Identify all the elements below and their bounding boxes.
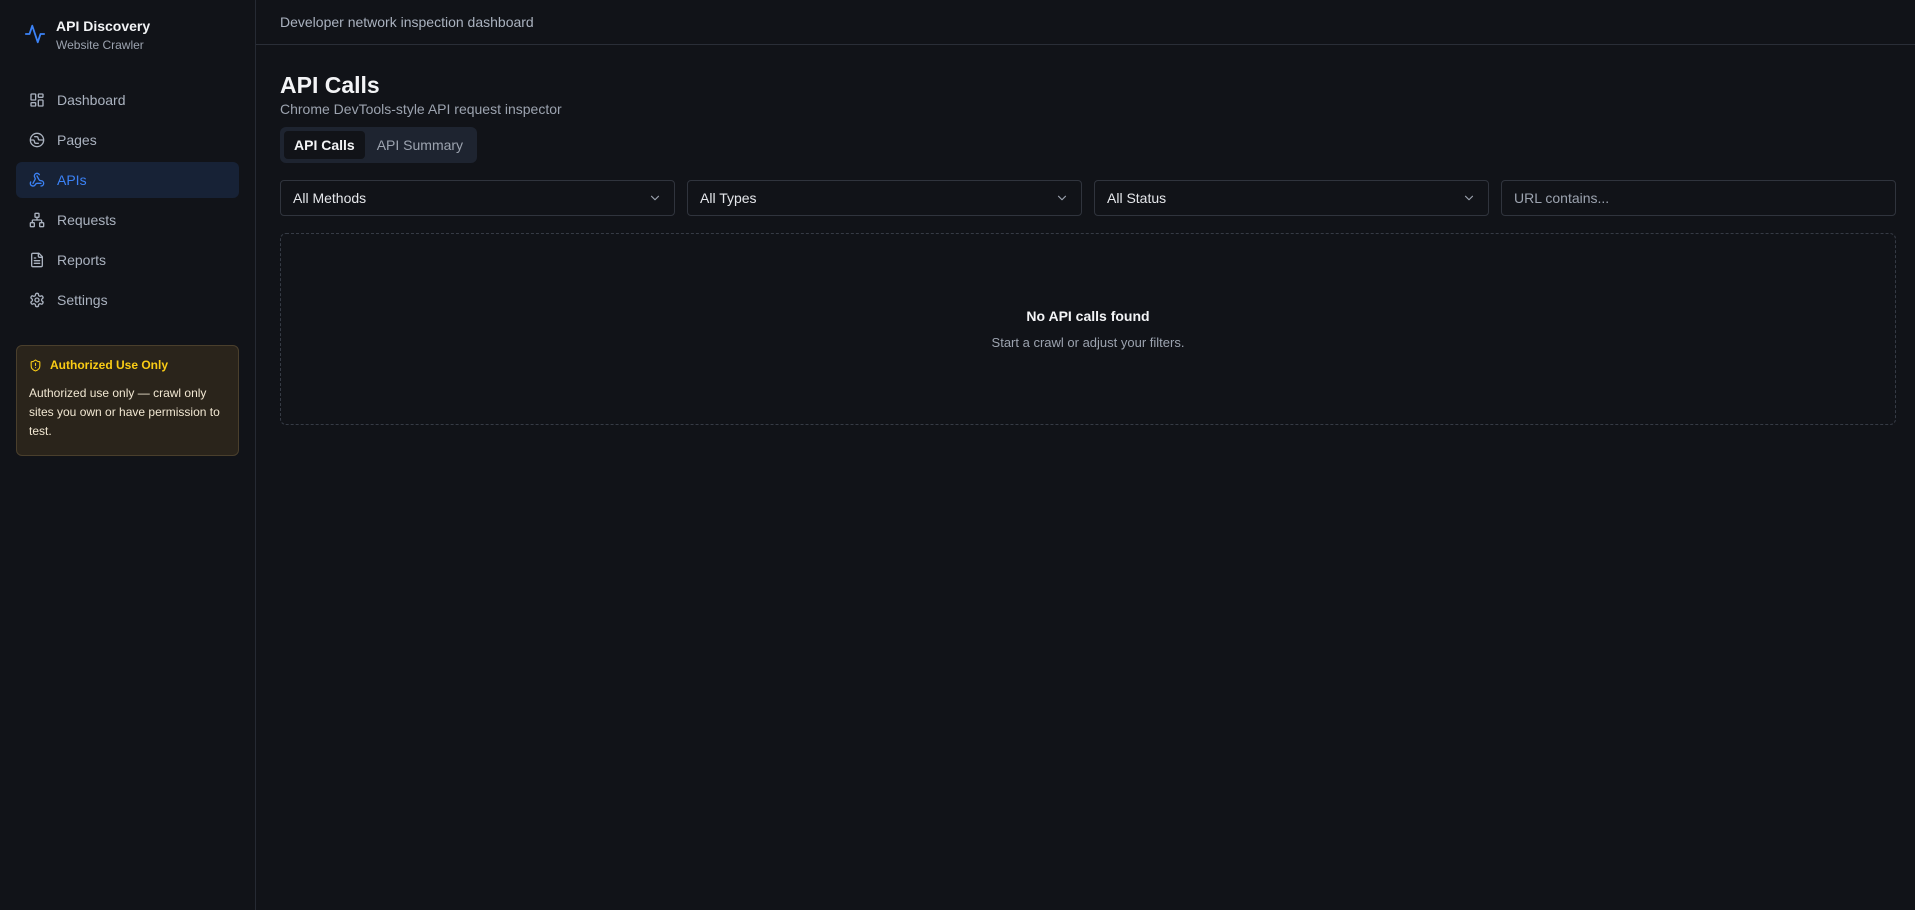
webhook-icon [29, 172, 45, 187]
status-filter-select[interactable]: All Status [1094, 180, 1489, 216]
empty-state: No API calls found Start a crawl or adju… [280, 233, 1896, 425]
tab-api-summary[interactable]: API Summary [367, 131, 473, 159]
tab-api-calls[interactable]: API Calls [284, 131, 365, 159]
chevron-down-icon [650, 195, 660, 201]
brand-subtitle: Website Crawler [56, 38, 144, 52]
chevron-down-icon [1057, 195, 1067, 201]
sidebar: API Discovery Website Crawler Dashboard … [0, 0, 256, 910]
authorized-use-notice: Authorized Use Only Authorized use only … [16, 345, 239, 456]
empty-state-title: No API calls found [1026, 308, 1150, 324]
shield-icon [30, 359, 41, 371]
sidebar-item-settings[interactable]: Settings [16, 282, 239, 318]
sidebar-item-label: APIs [57, 172, 87, 188]
status-filter-value: All Status [1107, 190, 1167, 206]
type-filter-value: All Types [700, 190, 757, 206]
brand-title: API Discovery [56, 18, 151, 34]
globe-icon [29, 132, 45, 148]
network-icon [29, 212, 45, 228]
sidebar-item-label: Reports [57, 252, 107, 268]
sidebar-item-reports[interactable]: Reports [16, 242, 239, 278]
empty-state-message: Start a crawl or adjust your filters. [991, 335, 1185, 350]
app-root: API Discovery Website Crawler Dashboard … [0, 0, 1915, 910]
topbar: Developer network inspection dashboard [256, 0, 1915, 45]
method-filter-select[interactable]: All Methods [280, 180, 675, 216]
sidebar-item-requests[interactable]: Requests [16, 202, 239, 238]
brand[interactable]: API Discovery Website Crawler [24, 17, 150, 53]
type-filter-select[interactable]: All Types [687, 180, 1082, 216]
notice-title: Authorized Use Only [50, 358, 169, 372]
sidebar-item-label: Settings [57, 292, 108, 308]
sidebar-nav: Dashboard Pages APIs Requests Reports Se… [16, 82, 239, 322]
sidebar-item-apis[interactable]: APIs [16, 162, 239, 198]
notice-body: Authorized use only — crawl only sites y… [29, 386, 220, 438]
notice-header: Authorized Use Only [29, 358, 226, 372]
dashboard-icon [30, 93, 44, 107]
activity-icon [24, 24, 46, 44]
method-filter-value: All Methods [293, 190, 367, 206]
page-subtitle: Chrome DevTools-style API request inspec… [280, 101, 562, 117]
sidebar-item-dashboard[interactable]: Dashboard [16, 82, 239, 118]
url-filter-input[interactable] [1501, 180, 1896, 216]
gear-icon [30, 292, 44, 308]
sidebar-item-label: Pages [57, 132, 97, 148]
content: API Calls Chrome DevTools-style API requ… [280, 45, 1896, 425]
sidebar-item-label: Dashboard [57, 92, 126, 108]
tab-list: API Calls API Summary [280, 127, 478, 163]
page-title: API Calls [280, 72, 380, 98]
chevron-down-icon [1464, 195, 1474, 201]
main-area: Developer network inspection dashboard A… [256, 0, 1915, 910]
file-text-icon [31, 252, 43, 268]
sidebar-item-label: Requests [57, 212, 117, 228]
filter-bar: All Methods All Types All Status [280, 180, 1896, 216]
sidebar-item-pages[interactable]: Pages [16, 122, 239, 158]
header-subtitle: Developer network inspection dashboard [280, 14, 534, 30]
